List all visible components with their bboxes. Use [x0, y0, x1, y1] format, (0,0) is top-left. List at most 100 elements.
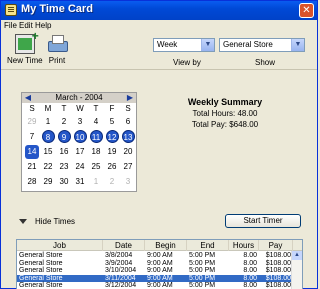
calendar-day-number: 30	[59, 177, 69, 186]
calendar-grid: S M T W T F S 29 1 2 3 4 5 6 7 8 9 10 11 12 13 14 15 16 17 18 19 20…	[22, 103, 136, 191]
calendar-day[interactable]: 20	[120, 144, 136, 159]
calendar-day[interactable]: 18	[88, 144, 104, 159]
table-cell: $108.00	[265, 274, 291, 282]
calendar-day[interactable]: 7	[24, 129, 40, 144]
prev-month-icon[interactable]: ◀	[23, 93, 33, 103]
calendar-day[interactable]: 1	[88, 174, 104, 189]
calendar-day[interactable]: 13	[120, 129, 136, 144]
calendar-month-label: March - 2004	[55, 93, 103, 102]
table-row[interactable]: General Store 3/12/2004 9:00 AM 5:00 PM 8.00…	[17, 282, 293, 289]
calendar-day[interactable]: 2	[56, 114, 72, 129]
menu-file[interactable]: File	[4, 20, 17, 32]
column-header[interactable]: End	[187, 240, 229, 251]
table-cell: 3/9/2004	[105, 259, 133, 267]
calendar-day-number: 15	[43, 147, 53, 156]
calendar-day[interactable]: 3	[72, 114, 88, 129]
next-month-icon[interactable]: ▶	[125, 93, 135, 103]
column-header[interactable]: Begin	[145, 240, 187, 251]
calendar-day-number: 9	[57, 130, 71, 143]
show-select[interactable]: General Store ▼	[219, 38, 305, 52]
table-cell: $108.00	[265, 267, 291, 275]
calendar-day-number: 29	[43, 177, 53, 186]
calendar-day[interactable]: 19	[104, 144, 120, 159]
calendar-day-number: 21	[27, 162, 37, 171]
menu-edit[interactable]: Edit	[19, 20, 33, 32]
table-cell: 3/8/2004	[105, 252, 133, 259]
calendar-day[interactable]: 17	[72, 144, 88, 159]
summary-title: Weekly Summary	[187, 97, 263, 107]
column-header[interactable]: Job	[17, 240, 103, 251]
chevron-down-icon[interactable]: ▼	[201, 39, 214, 51]
chevron-down-icon[interactable]: ▼	[291, 39, 304, 51]
calendar-day[interactable]: 14	[24, 144, 40, 159]
calendar-header: ◀ March - 2004 ▶	[22, 93, 136, 103]
calendar-day-number: 2	[109, 177, 115, 186]
calendar-day[interactable]: 26	[104, 159, 120, 174]
calendar-day[interactable]: 11	[88, 129, 104, 144]
scroll-up-icon[interactable]: ▲	[292, 251, 302, 260]
calendar-day-number: 20	[123, 147, 133, 156]
calendar-day-number: 16	[59, 147, 69, 156]
calendar-day[interactable]: 3	[120, 174, 136, 189]
calendar-day[interactable]: 12	[104, 129, 120, 144]
month-calendar[interactable]: ◀ March - 2004 ▶ S M T W T F S 29 1 2 3 4 5 6 7 8 9 10 11 1…	[21, 92, 137, 192]
view-by-value: Week	[157, 40, 178, 49]
calendar-day[interactable]: 8	[40, 129, 56, 144]
calendar-day-number: 13	[121, 130, 135, 143]
column-header[interactable]: Pay	[259, 240, 293, 251]
calendar-day[interactable]: 28	[24, 174, 40, 189]
calendar-day-number: 7	[29, 132, 35, 141]
close-button[interactable]: ✕	[299, 3, 314, 18]
title-bar[interactable]: My Time Card ✕	[1, 1, 317, 20]
column-header[interactable]: Hours	[229, 240, 259, 251]
calendar-day-number: 12	[105, 130, 119, 143]
table-row[interactable]: General Store 3/8/2004 9:00 AM 5:00 PM 8.00 $…	[17, 252, 293, 260]
table-row[interactable]: General Store 3/10/2004 9:00 AM 5:00 PM 8.00…	[17, 267, 293, 275]
calendar-day[interactable]: 21	[24, 159, 40, 174]
calendar-day-number: 4	[93, 117, 99, 126]
calendar-day[interactable]: 31	[72, 174, 88, 189]
calendar-day-number: 19	[107, 147, 117, 156]
table-cell: 9:00 AM	[147, 267, 173, 275]
calendar-day-number: 3	[77, 117, 83, 126]
calendar-day[interactable]: 27	[120, 159, 136, 174]
table-cell: 5:00 PM	[189, 274, 216, 282]
calendar-day-number: 10	[73, 130, 87, 143]
calendar-day[interactable]: 22	[40, 159, 56, 174]
calendar-day[interactable]: 10	[72, 129, 88, 144]
time-entries-table[interactable]: Job Date Begin End Hours Pay General Store 3/8…	[16, 239, 303, 289]
table-cell: 8.00	[243, 274, 257, 282]
new-time-button[interactable]: New Time	[7, 29, 43, 66]
calendar-day[interactable]: 25	[88, 159, 104, 174]
table-cell: 8.00	[243, 282, 257, 289]
calendar-day[interactable]: 9	[56, 129, 72, 144]
calendar-day[interactable]: 29	[40, 174, 56, 189]
calendar-weekday-header: S	[125, 104, 131, 113]
table-header: Job Date Begin End Hours Pay	[17, 240, 302, 251]
calendar-day[interactable]: 4	[88, 114, 104, 129]
print-button[interactable]: Print	[47, 34, 68, 66]
calendar-day[interactable]: 5	[104, 114, 120, 129]
view-by-select[interactable]: Week ▼	[153, 38, 215, 52]
view-by-caption: View by	[173, 58, 201, 67]
calendar-day[interactable]: 15	[40, 144, 56, 159]
calendar-day[interactable]: 30	[56, 174, 72, 189]
table-cell: 9:00 AM	[147, 252, 173, 259]
start-timer-button[interactable]: Start Timer	[225, 214, 301, 228]
timecard-app-icon	[5, 4, 17, 16]
calendar-day[interactable]: 23	[56, 159, 72, 174]
calendar-day[interactable]: 1	[40, 114, 56, 129]
calendar-day[interactable]: 6	[120, 114, 136, 129]
calendar-day-number: 14	[25, 145, 39, 159]
hide-times-toggle[interactable]: Hide Times	[19, 217, 75, 227]
calendar-day[interactable]: 16	[56, 144, 72, 159]
table-cell: 3/10/2004	[105, 267, 137, 275]
table-cell: 5:00 PM	[189, 282, 216, 289]
calendar-day[interactable]: 29	[24, 114, 40, 129]
calendar-day[interactable]: 24	[72, 159, 88, 174]
table-row[interactable]: General Store 3/9/2004 9:00 AM 5:00 PM 8.00 $…	[17, 260, 293, 268]
calendar-day[interactable]: 2	[104, 174, 120, 189]
table-row[interactable]: General Store 3/11/2004 9:00 AM 5:00 PM 8.00…	[17, 274, 293, 283]
column-header[interactable]: Date	[103, 240, 145, 251]
vertical-scrollbar[interactable]: ▲	[291, 251, 302, 289]
